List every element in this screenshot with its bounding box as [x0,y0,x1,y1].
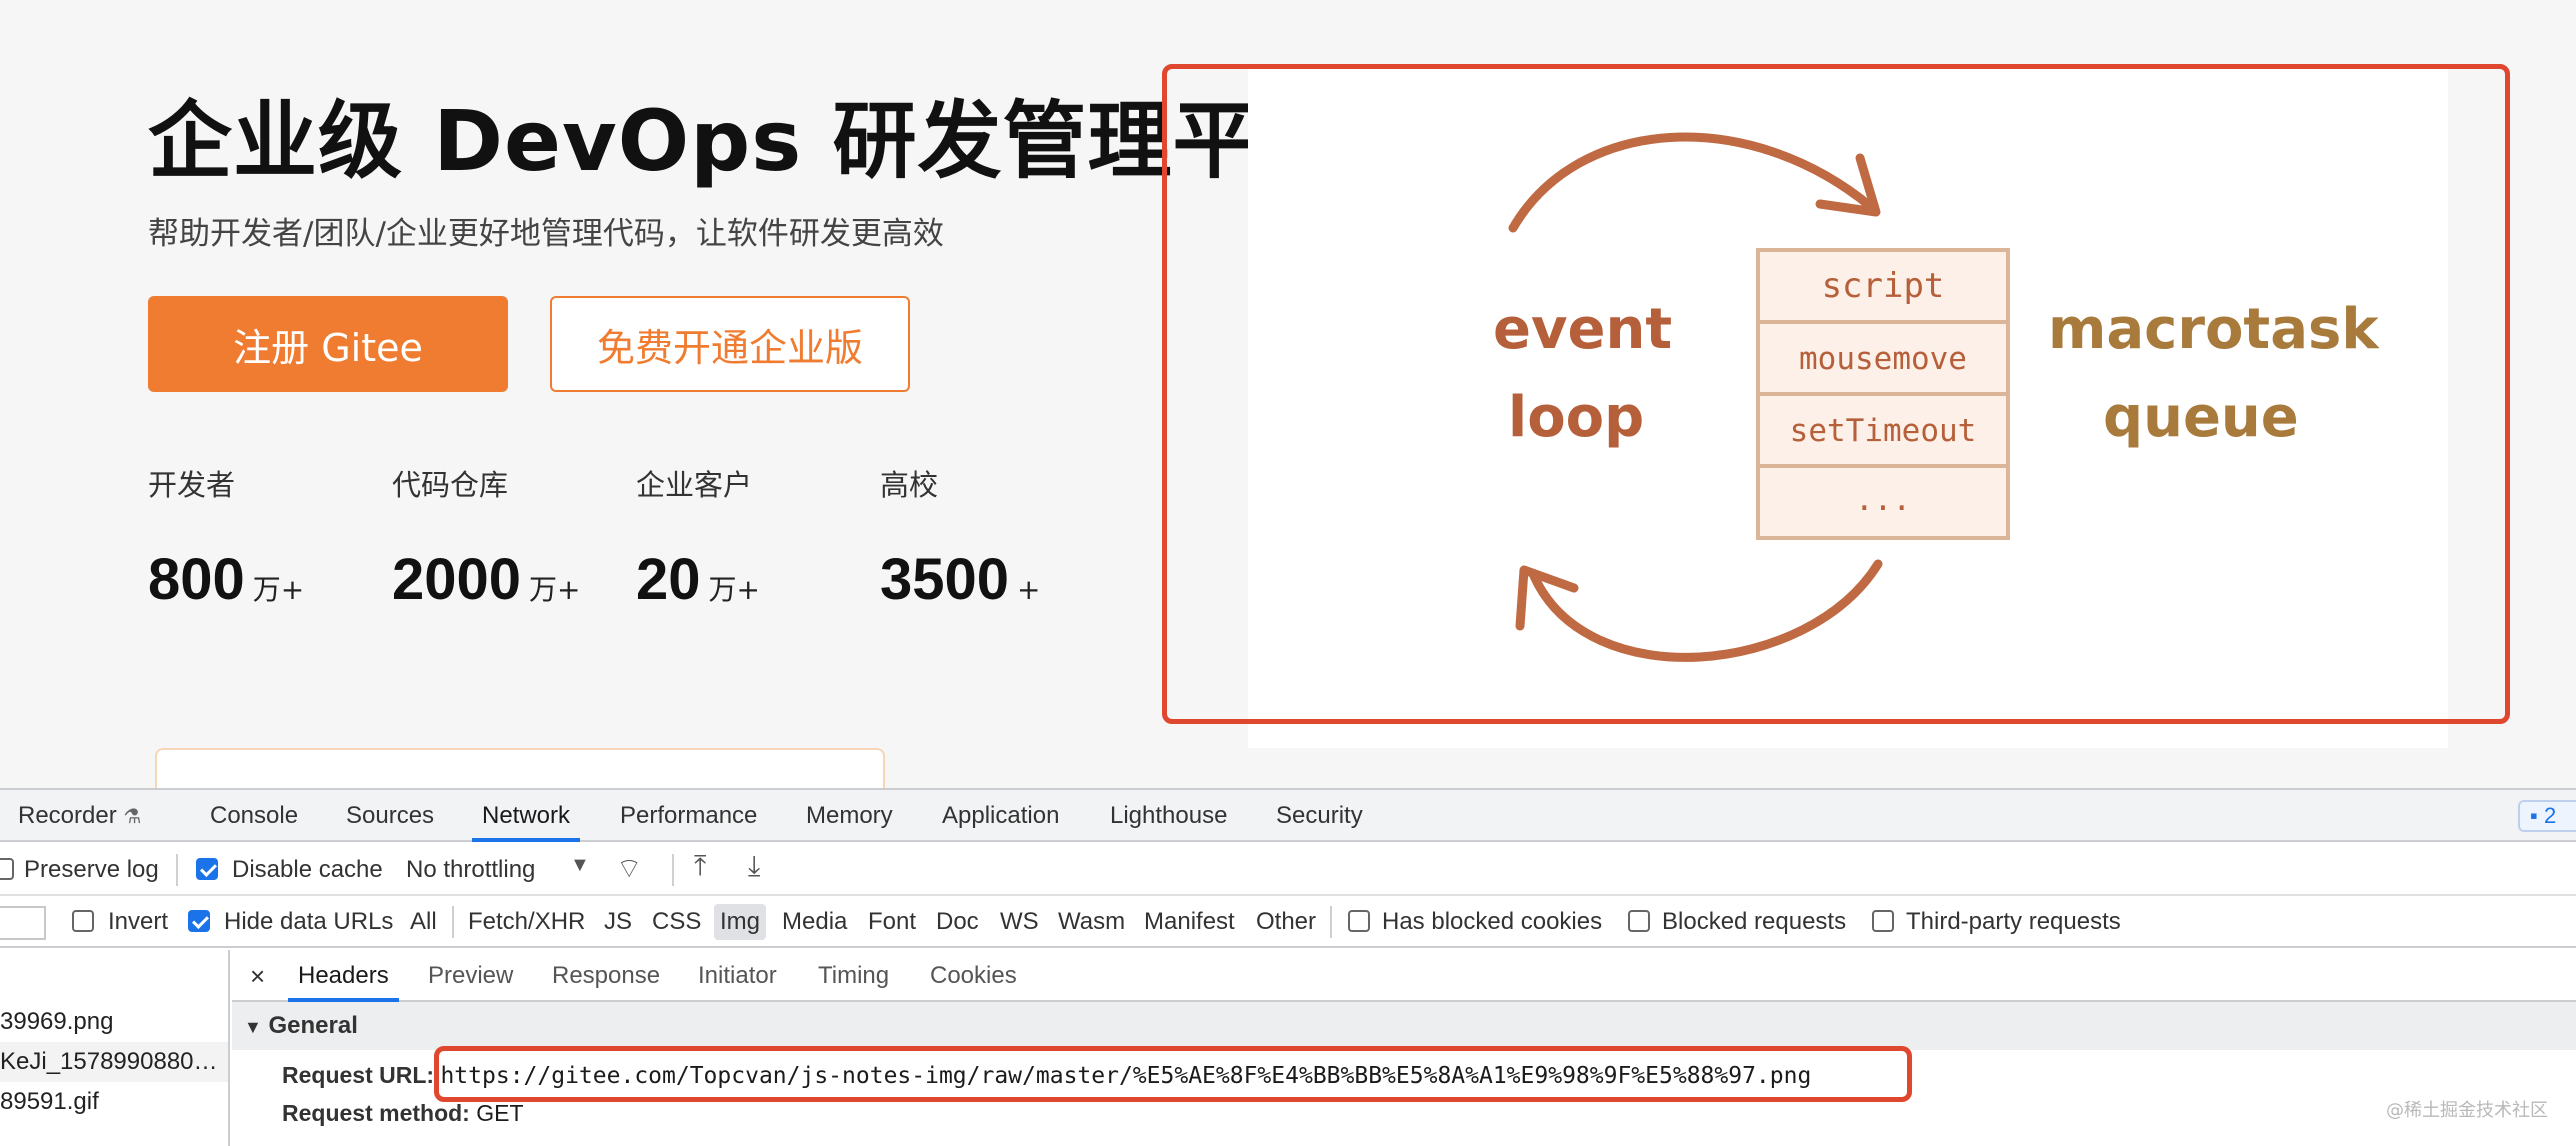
request-item[interactable]: 39969.png [0,1002,228,1042]
network-filterbar: Invert Hide data URLs All Fetch/XHR JS C… [0,896,2576,948]
stat-unit: 万+ [708,573,760,606]
tab-console[interactable]: Console [210,790,298,842]
filter-img[interactable]: Img [720,908,760,936]
stat-label: 代码仓库 [392,468,509,502]
third-party-checkbox[interactable] [1872,910,1894,932]
hide-data-urls-label: Hide data URLs [224,908,394,935]
page-subtitle: 帮助开发者/团队/企业更好地管理代码，让软件研发更高效 [148,216,944,252]
issues-badge[interactable]: ▪ 2 [2518,800,2576,832]
has-blocked-cookies-checkbox[interactable] [1348,910,1370,932]
divider [176,854,178,886]
stat-developers: 开发者 800 万+ [148,462,388,613]
throttling-select[interactable]: No throttling [406,856,535,884]
enterprise-trial-button[interactable]: 免费开通企业版 [550,296,910,392]
export-har-icon[interactable]: ⤓ [748,850,760,883]
has-blocked-cookies-label: Has blocked cookies [1382,908,1603,935]
filter-wasm[interactable]: Wasm [1058,908,1125,936]
preserve-log-checkbox[interactable] [0,858,14,880]
filter-other[interactable]: Other [1256,908,1316,936]
stat-unit: 万+ [252,573,305,606]
disable-cache-label: Disable cache [232,856,383,883]
stat-label: 企业客户 [636,468,753,502]
filter-js[interactable]: JS [604,908,632,936]
divider [452,906,454,938]
request-item[interactable]: KeJi_1578990880… [0,1042,228,1082]
general-section-header[interactable]: ▼ General [232,1002,2576,1050]
divider [672,854,674,886]
divider [1330,906,1332,938]
chevron-down-icon: ▼ [570,854,590,876]
detail-tab-response[interactable]: Response [552,950,660,1002]
preserve-log-label: Preserve log [24,856,159,883]
highlight-frame-diagram [1162,64,2510,724]
detail-tabbar: × Headers Preview Response Initiator Tim… [232,950,2576,1002]
import-har-icon[interactable]: ⤒ [694,850,706,883]
filter-fetch-xhr[interactable]: Fetch/XHR [468,908,585,936]
filter-media[interactable]: Media [782,908,847,936]
filter-manifest[interactable]: Manifest [1144,908,1235,936]
watermark: @稀土掘金技术社区 [2386,1100,2548,1121]
filter-ws[interactable]: WS [1000,908,1039,936]
detail-tab-preview[interactable]: Preview [428,950,513,1002]
devtools-tabbar: Recorder ⚗ Console Sources Network Perfo… [0,790,2576,842]
stat-enterprises: 企业客户 20 万+ [636,462,876,613]
filter-doc[interactable]: Doc [936,908,979,936]
tab-recorder[interactable]: Recorder ⚗ [18,790,141,842]
network-conditions-icon[interactable]: ⌔ [616,852,642,887]
request-method-label: Request method: [282,1100,470,1126]
hide-data-urls-checkbox[interactable] [188,910,210,932]
tab-memory[interactable]: Memory [806,790,893,842]
stat-universities: 高校 3500 + [880,462,1120,613]
flask-icon: ⚗ [123,806,142,828]
stat-label: 开发者 [148,468,236,502]
detail-tab-headers[interactable]: Headers [288,950,399,1002]
tab-security[interactable]: Security [1276,790,1363,842]
network-toolbar: Preserve log Disable cache No throttling… [0,844,2576,896]
stat-value: 3500 [880,547,1010,612]
stat-unit: 万+ [529,573,581,606]
detail-tab-timing[interactable]: Timing [818,950,889,1002]
filter-font[interactable]: Font [868,908,916,936]
card-edge [155,748,885,788]
filter-input[interactable] [0,906,46,940]
tab-application[interactable]: Application [942,790,1059,842]
highlight-frame-url [434,1046,1912,1102]
stat-unit: + [1017,573,1041,606]
detail-tab-cookies[interactable]: Cookies [930,950,1017,1002]
register-button[interactable]: 注册 Gitee [148,296,508,392]
request-url-label: Request URL: [282,1062,435,1088]
blocked-requests-checkbox[interactable] [1628,910,1650,932]
invert-checkbox[interactable] [72,910,94,932]
disable-cache-checkbox[interactable] [196,858,218,880]
stat-value: 20 [636,547,701,612]
invert-label: Invert [108,908,169,935]
request-method-value: GET [476,1100,524,1126]
request-item[interactable]: 89591.gif [0,1082,228,1122]
stat-label: 高校 [880,468,939,502]
stat-repositories: 代码仓库 2000 万+ [392,462,632,613]
triangle-down-icon: ▼ [244,1017,262,1037]
tab-lighthouse[interactable]: Lighthouse [1110,790,1227,842]
filter-css[interactable]: CSS [652,908,701,936]
gitee-hero: 企业级 DevOps 研发管理平台 帮助开发者/团队/企业更好地管理代码，让软件… [0,0,2576,788]
blocked-requests-label: Blocked requests [1662,908,1847,935]
request-method-row: Request method: GET [282,1100,524,1127]
detail-tab-initiator[interactable]: Initiator [698,950,777,1002]
stat-value: 2000 [392,547,522,612]
stat-value: 800 [148,547,245,612]
close-icon[interactable]: × [250,950,265,1002]
filter-all[interactable]: All [410,908,437,936]
tab-sources[interactable]: Sources [346,790,434,842]
tab-performance[interactable]: Performance [620,790,757,842]
message-icon: ▪ [2530,803,2538,828]
third-party-label: Third-party requests [1906,908,2121,935]
request-list: 39969.png KeJi_1578990880… 89591.gif [0,950,230,1146]
tab-network[interactable]: Network [472,790,581,842]
